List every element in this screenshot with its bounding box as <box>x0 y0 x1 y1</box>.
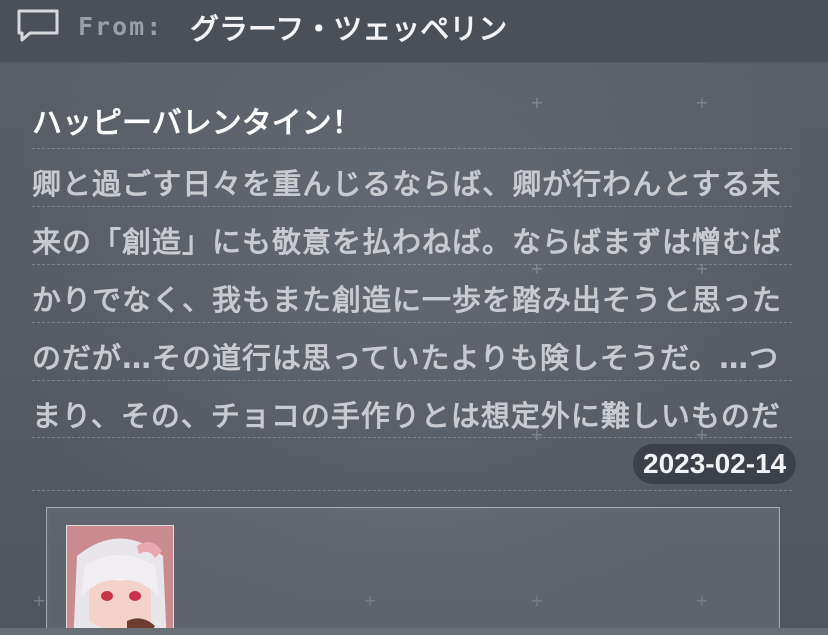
plus-decoration-icon: + <box>695 93 709 112</box>
bottom-bar <box>0 628 828 635</box>
plus-decoration-icon: + <box>32 591 46 610</box>
message-line: かりでなく、我もまた創造に一歩を踏み出そうと思った <box>32 264 792 322</box>
sender-name: グラーフ・ツェッペリン <box>190 12 508 46</box>
character-portrait-icon <box>67 526 173 635</box>
attachment-panel[interactable]: 1 <box>46 507 780 635</box>
character-avatar[interactable]: 1 <box>66 525 174 635</box>
message-line: 卿と過ごす日々を重んじるならば、卿が行わんとする未 <box>32 148 792 206</box>
date-badge: 2023-02-14 <box>633 444 797 484</box>
mail-header: From: グラーフ・ツェッペリン <box>0 0 828 63</box>
message-subject: ハッピーバレンタイン！ <box>32 106 362 141</box>
from-label: From: <box>78 12 164 41</box>
plus-decoration-icon: + <box>530 93 544 112</box>
divider <box>32 490 792 491</box>
message-line: 来の「創造」にも敬意を払わねば。ならばまずは憎むば <box>32 206 792 264</box>
message-body: 卿と過ごす日々を重んじるならば、卿が行わんとする未 来の「創造」にも敬意を払わね… <box>32 148 792 438</box>
message-line: まり、その、チョコの手作りとは想定外に難しいものだ <box>32 380 792 438</box>
message-line: のだが…その道行は思っていたよりも険しそうだ。…つ <box>32 322 792 380</box>
chat-bubble-icon <box>17 9 59 42</box>
